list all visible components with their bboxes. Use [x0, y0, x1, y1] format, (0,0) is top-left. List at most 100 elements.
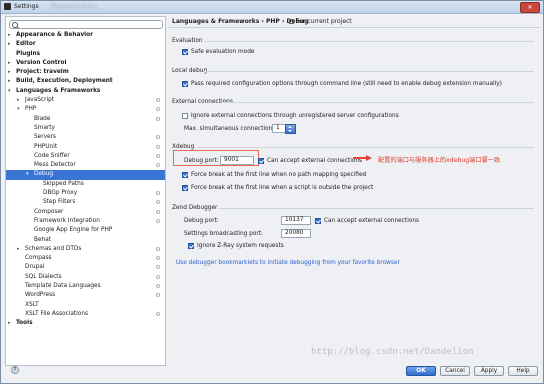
local-debug-section-title: Local debug: [172, 68, 208, 74]
broadcast-port-field[interactable]: 20080: [281, 229, 311, 238]
breadcrumb: Languages & Frameworks › PHP › Debug: [172, 18, 309, 25]
tree-item-blade[interactable]: Blade: [6, 115, 165, 124]
tree-item-phpunit[interactable]: PHPUnit: [6, 143, 165, 152]
tree-item-wordpress[interactable]: WordPress: [6, 291, 165, 300]
project-scope-icon: [156, 98, 160, 103]
tree-item-label: Mess Detector: [34, 162, 76, 169]
project-scope-icon: [156, 116, 160, 121]
help-button[interactable]: Help: [508, 366, 538, 376]
expand-down-icon[interactable]: ▾: [8, 87, 11, 96]
section-divider: [218, 208, 534, 209]
tree-item-tools[interactable]: ▸ Tools: [6, 319, 165, 328]
tree-item-build-execution-deployment[interactable]: ▸ Build, Execution, Deployment: [6, 77, 165, 86]
tree-item-label: Behat: [34, 236, 52, 243]
tree-item-label: Blade: [34, 115, 51, 122]
tree-item-dbgp-proxy[interactable]: DBGp Proxy: [6, 189, 165, 198]
expand-right-icon[interactable]: ▸: [8, 40, 11, 49]
tree-item-javascript[interactable]: ▸ JavaScript: [6, 96, 165, 105]
apply-button[interactable]: Apply: [474, 366, 504, 376]
project-scope-icon: [156, 311, 160, 316]
tree-item-label: Framework Integration: [34, 217, 100, 224]
section-divider: [204, 71, 534, 72]
project-scope-icon: [289, 19, 294, 24]
ignore-zray-checkbox[interactable]: [188, 243, 194, 249]
project-scope-icon: [156, 293, 160, 298]
project-scope-icon: [156, 163, 160, 168]
tree-item-xslt[interactable]: XSLT: [6, 301, 165, 310]
search-input[interactable]: [20, 21, 160, 28]
close-button[interactable]: ✕: [520, 2, 540, 13]
bookmarklets-link[interactable]: Use debugger bookmarklets to initiate de…: [176, 260, 400, 266]
expand-right-icon[interactable]: ▸: [8, 31, 11, 40]
tree-item-languages-frameworks[interactable]: ▾ Languages & Frameworks: [6, 87, 165, 96]
tree-item-appearance-behavior[interactable]: ▸ Appearance & Behavior: [6, 31, 165, 40]
tree-item-label: Version Control: [16, 59, 67, 66]
tree-item-schemas-and-dtds[interactable]: ▸ Schemas and DTDs: [6, 245, 165, 254]
tree-item-composer[interactable]: Composer: [6, 208, 165, 217]
tree-item-xslt-file-associations[interactable]: XSLT File Associations: [6, 310, 165, 319]
tree-item-drupal[interactable]: Drupal: [6, 263, 165, 272]
project-scope-icon: [156, 107, 160, 112]
project-scope-icon: [156, 284, 160, 289]
debug-settings-panel: Languages & Frameworks › PHP › Debug For…: [168, 16, 540, 366]
tree-item-mess-detector[interactable]: Mess Detector: [6, 161, 165, 170]
tree-item-skipped-paths[interactable]: Skipped Paths: [6, 180, 165, 189]
window-title: Settings: [14, 3, 39, 10]
xdebug-port-field[interactable]: 9001: [220, 156, 254, 165]
max-connections-spinner[interactable]: [285, 124, 296, 134]
app-icon: [4, 3, 11, 10]
expand-right-icon[interactable]: ▸: [8, 319, 11, 328]
safe-eval-checkbox[interactable]: [182, 49, 188, 55]
help-icon[interactable]: ?: [11, 366, 19, 374]
tree-item-label: PHPUnit: [34, 143, 58, 150]
tree-item-editor[interactable]: ▸ Editor: [6, 40, 165, 49]
tree-item-debug[interactable]: ▾ Debug: [6, 170, 165, 180]
tree-item-behat[interactable]: Behat: [6, 236, 165, 245]
tree-item-servers[interactable]: Servers: [6, 133, 165, 142]
expand-right-icon[interactable]: ▸: [8, 68, 11, 77]
tree-item-label: Schemas and DTDs: [25, 245, 82, 252]
expand-right-icon[interactable]: ▸: [17, 245, 20, 254]
ignore-external-checkbox[interactable]: [182, 113, 188, 119]
zend-port-field[interactable]: 10137: [281, 216, 311, 225]
tree-item-code-sniffer[interactable]: Code Sniffer: [6, 152, 165, 161]
cancel-button[interactable]: Cancel: [440, 366, 470, 376]
tree-item-label: Appearance & Behavior: [16, 32, 93, 38]
expand-down-icon[interactable]: ▾: [17, 105, 20, 114]
tree-item-project-travelm[interactable]: ▸ Project: travelm: [6, 68, 165, 77]
tree-item-step-filters[interactable]: Step Filters: [6, 198, 165, 207]
tree-item-smarty[interactable]: Smarty: [6, 124, 165, 133]
zend-accept-checkbox[interactable]: [315, 218, 321, 224]
ok-button[interactable]: OK: [406, 366, 436, 376]
pass-config-checkbox[interactable]: [182, 81, 188, 87]
settings-window: Settings - PhpStorm 8.0.1 ✕ ▸ Appearance …: [0, 0, 544, 384]
project-scope-icon: [156, 191, 160, 196]
tree-item-plugins[interactable]: Plugins: [6, 50, 165, 59]
tree-item-template-data-languages[interactable]: Template Data Languages: [6, 282, 165, 291]
max-connections-field[interactable]: 1: [272, 124, 286, 133]
xdebug-accept-checkbox[interactable]: [258, 158, 264, 164]
tree-item-framework-integration[interactable]: Framework Integration: [6, 217, 165, 226]
section-divider: [223, 102, 534, 103]
tree-item-label: DBGp Proxy: [43, 190, 78, 197]
search-box[interactable]: [9, 20, 163, 29]
expand-right-icon[interactable]: ▸: [17, 96, 20, 105]
tree-item-php[interactable]: ▾ PHP: [6, 105, 165, 114]
force-break-path-checkbox[interactable]: [182, 172, 188, 178]
header-divider: [168, 27, 540, 28]
tree-item-compass[interactable]: Compass: [6, 254, 165, 263]
tree-item-google-app-engine-for-php[interactable]: Google App Engine for PHP: [6, 226, 165, 235]
tree-item-version-control[interactable]: ▸ Version Control: [6, 59, 165, 68]
expand-right-icon[interactable]: ▸: [8, 77, 11, 86]
scope-label: For current project: [296, 18, 352, 25]
annotation-arrow: [353, 157, 367, 159]
watermark: http://blog.csdn.net/Dandelion: [311, 347, 474, 357]
zend-section-title: Zend Debugger: [172, 205, 218, 211]
ignore-external-label: Ignore external connections through unre…: [191, 113, 399, 119]
force-break-path-label: Force break at the first line when no pa…: [191, 172, 367, 178]
tree-item-sql-dialects[interactable]: SQL Dialects: [6, 273, 165, 282]
expand-down-icon[interactable]: ▾: [26, 170, 29, 179]
force-break-outside-checkbox[interactable]: [182, 185, 188, 191]
tree-item-label: Drupal: [25, 264, 45, 271]
expand-right-icon[interactable]: ▸: [8, 59, 11, 68]
